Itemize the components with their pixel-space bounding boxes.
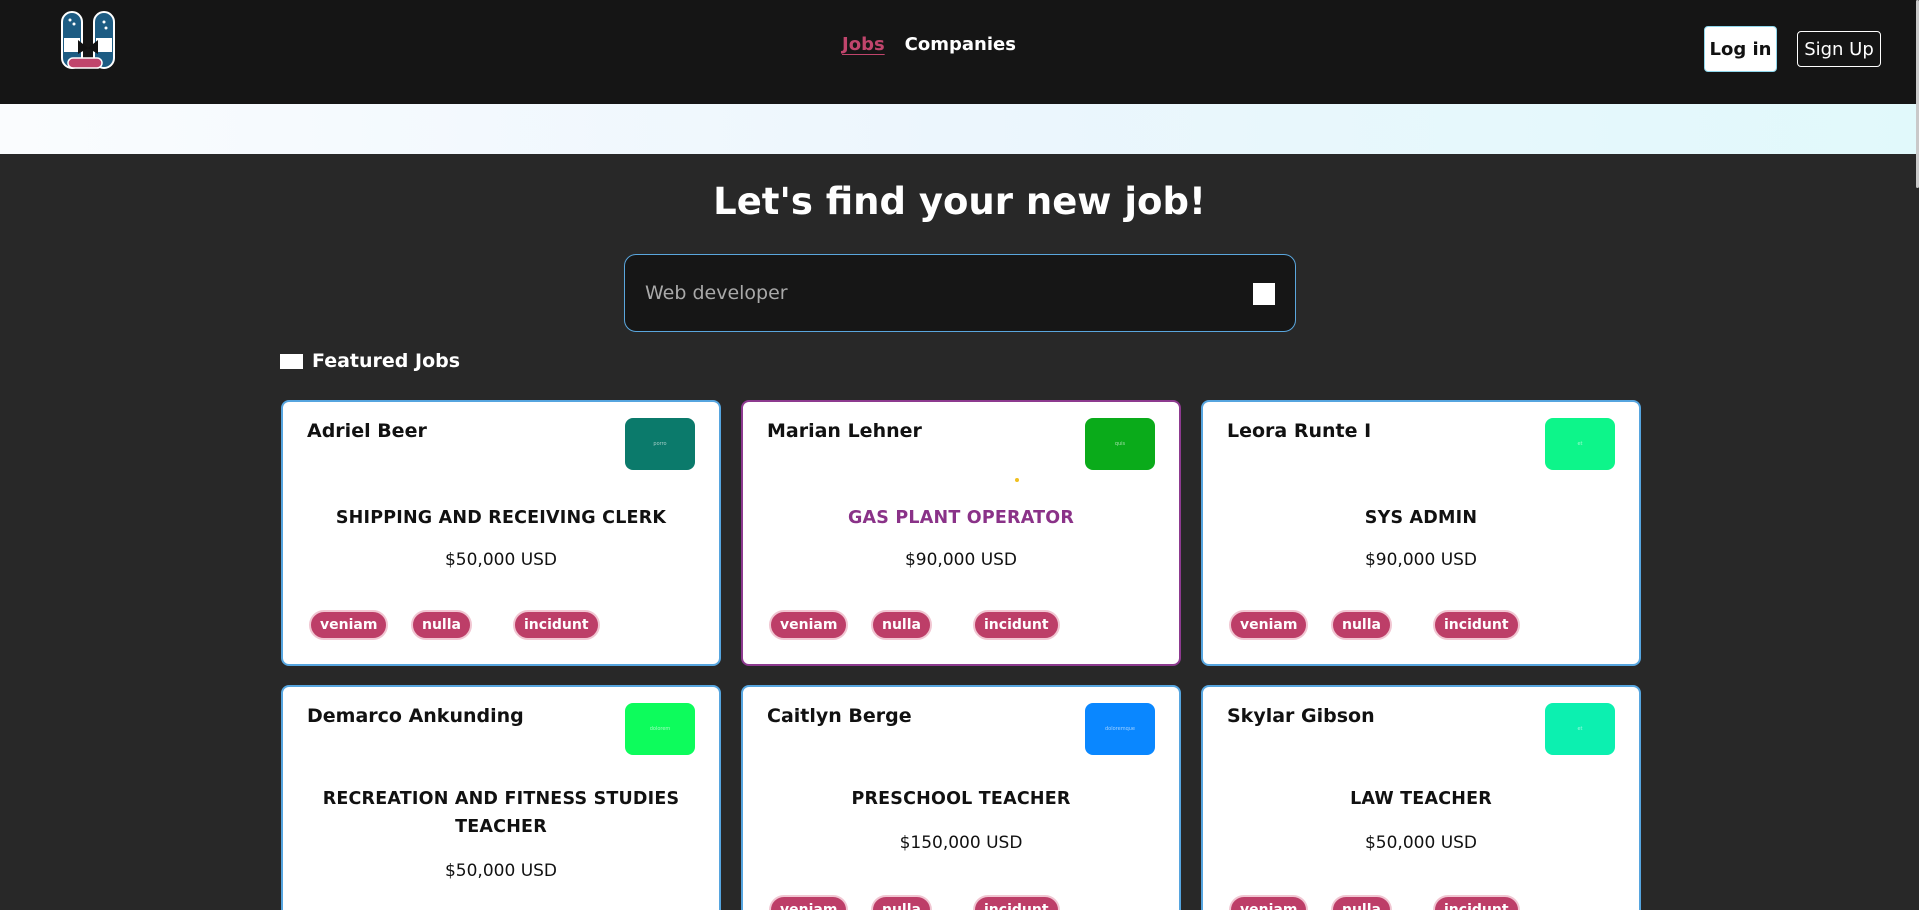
company-logo: et — [1545, 418, 1615, 470]
company-logo: porro — [625, 418, 695, 470]
tag-chip[interactable]: nulla — [871, 895, 932, 910]
navbar: Jobs Companies Log in Sign Up — [0, 0, 1919, 104]
tag-chip[interactable]: nulla — [1331, 610, 1392, 640]
job-card[interactable]: Skylar Gibson et LAW TEACHER $50,000 USD… — [1201, 685, 1641, 910]
job-card-tags: veniam nulla incidunt — [1229, 895, 1629, 910]
job-card-company: Marian Lehner — [767, 420, 922, 442]
job-card-title: PRESCHOOL TEACHER — [851, 789, 1071, 809]
hero-banner — [0, 104, 1916, 154]
search-box — [624, 254, 1296, 332]
tag-chip[interactable]: veniam — [769, 895, 849, 910]
job-card-company: Demarco Ankunding — [307, 705, 524, 727]
job-card-company: Caitlyn Berge — [767, 705, 912, 727]
tag-chip[interactable]: veniam — [309, 610, 389, 640]
featured-jobs-header: Featured Jobs — [280, 350, 460, 372]
job-card[interactable]: Caitlyn Berge doloremque PRESCHOOL TEACH… — [741, 685, 1181, 910]
job-card-company: Adriel Beer — [307, 420, 427, 442]
job-card-tags: veniam nulla incidunt — [1229, 610, 1629, 640]
tag-chip[interactable]: incidunt — [513, 610, 600, 640]
job-card-tags: veniam nulla incidunt — [309, 610, 709, 640]
main-nav: Jobs Companies — [842, 34, 1016, 55]
job-card-title: RECREATION AND FITNESS STUDIES TEACHER — [322, 789, 680, 837]
nav-link-companies[interactable]: Companies — [905, 34, 1016, 55]
tag-chip[interactable]: veniam — [1229, 895, 1309, 910]
tag-chip[interactable]: incidunt — [1433, 895, 1520, 910]
job-card-salary: $90,000 USD — [904, 550, 1018, 570]
job-card[interactable]: Adriel Beer porro SHIPPING AND RECEIVING… — [281, 400, 721, 666]
job-card-salary: $90,000 USD — [1364, 550, 1478, 570]
tag-chip[interactable]: veniam — [769, 610, 849, 640]
loading-dot — [1015, 478, 1019, 482]
tag-chip[interactable]: incidunt — [1433, 610, 1520, 640]
company-logo: et — [1545, 703, 1615, 755]
featured-icon — [280, 353, 303, 369]
hero-title: Let's find your new job! — [713, 180, 1206, 223]
job-card-salary: $50,000 USD — [1364, 833, 1478, 853]
job-card-tags: veniam nulla incidunt — [769, 895, 1169, 910]
job-card-salary: $150,000 USD — [899, 833, 1023, 853]
job-card-title: SHIPPING AND RECEIVING CLERK — [335, 508, 667, 528]
tag-chip[interactable]: nulla — [411, 610, 472, 640]
tag-chip[interactable]: veniam — [1229, 610, 1309, 640]
job-card-title: LAW TEACHER — [1350, 789, 1492, 809]
search-icon[interactable] — [1253, 283, 1275, 305]
job-card[interactable]: Marian Lehner quis GAS PLANT OPERATOR $9… — [741, 400, 1181, 666]
tag-chip[interactable]: nulla — [871, 610, 932, 640]
company-logo: doloremque — [1085, 703, 1155, 755]
job-card-tags: veniam nulla incidunt — [769, 610, 1169, 640]
company-logo: quis — [1085, 418, 1155, 470]
tag-chip[interactable]: incidunt — [973, 895, 1060, 910]
tag-chip[interactable]: incidunt — [973, 610, 1060, 640]
tag-chip[interactable]: nulla — [1331, 895, 1392, 910]
job-card-title: SYS ADMIN — [1364, 508, 1478, 528]
job-card-salary: $50,000 USD — [444, 861, 558, 881]
nav-link-jobs[interactable]: Jobs — [842, 34, 885, 55]
job-card-company: Skylar Gibson — [1227, 705, 1375, 727]
job-card[interactable]: Leora Runte I et SYS ADMIN $90,000 USD v… — [1201, 400, 1641, 666]
job-card-salary: $50,000 USD — [444, 550, 558, 570]
job-card-company: Leora Runte I — [1227, 420, 1372, 442]
company-logo: dolorem — [625, 703, 695, 755]
login-button[interactable]: Log in — [1704, 26, 1777, 72]
site-logo[interactable] — [60, 10, 116, 72]
job-card-title: GAS PLANT OPERATOR — [847, 508, 1074, 528]
search-input[interactable] — [645, 273, 1205, 313]
featured-jobs-title: Featured Jobs — [312, 350, 461, 372]
signup-button[interactable]: Sign Up — [1797, 31, 1881, 67]
job-card[interactable]: Demarco Ankunding dolorem RECREATION AND… — [281, 685, 721, 910]
